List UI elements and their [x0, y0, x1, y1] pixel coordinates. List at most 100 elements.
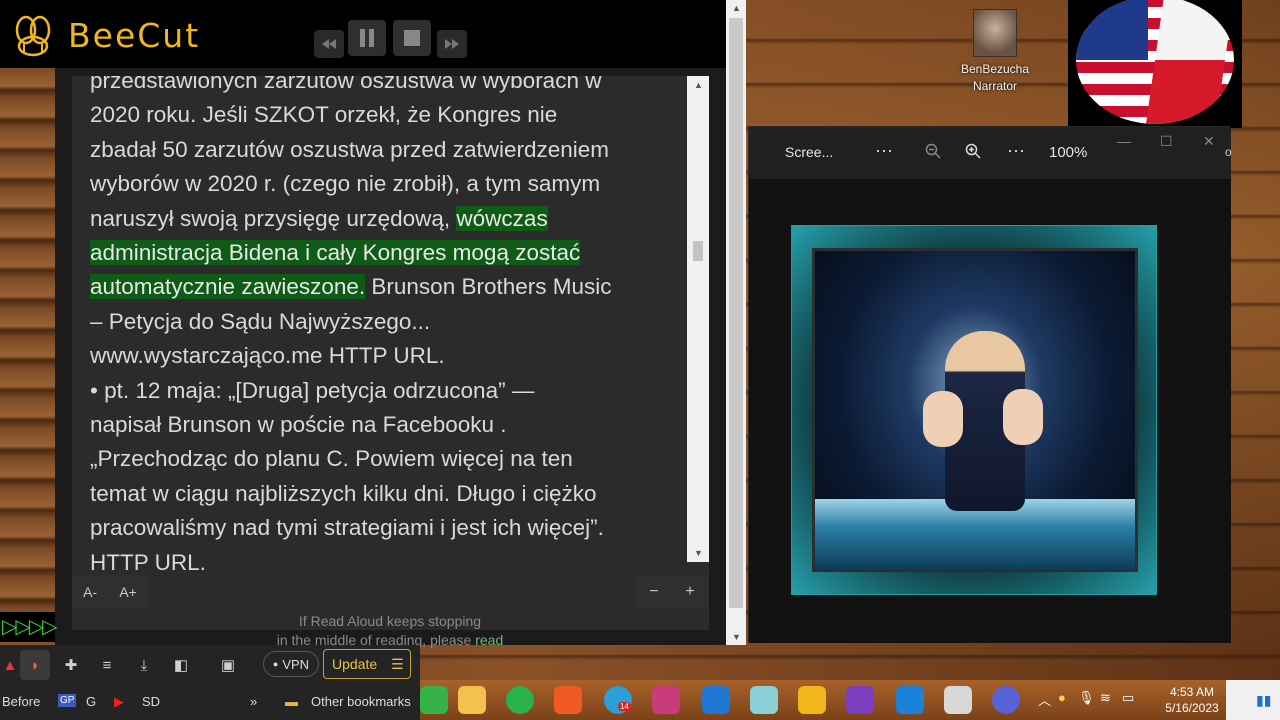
zoom-level[interactable]: 100% — [1049, 144, 1087, 161]
read-aloud-panel: przedstawionych zarzutów oszustwa w wybo… — [55, 68, 726, 645]
rewind-button[interactable] — [314, 30, 344, 58]
more-options-icon[interactable]: ··· — [875, 140, 893, 161]
font-increase-button[interactable]: A+ — [119, 584, 137, 600]
whatsapp-icon[interactable] — [506, 686, 534, 714]
pause-button[interactable] — [348, 20, 386, 56]
text-scrollbar[interactable]: ▲ ▼ — [687, 76, 709, 562]
video-editor-icon[interactable] — [846, 686, 874, 714]
side-label: o — [1225, 145, 1232, 159]
movie-app-icon[interactable] — [702, 686, 730, 714]
extensions-puzzle-icon[interactable]: ✚ — [61, 655, 81, 675]
microphone-icon[interactable]: 🎙 — [1078, 690, 1095, 706]
narrator-avatar — [973, 9, 1017, 57]
vpn-label: VPN — [282, 656, 310, 672]
photos-icon[interactable] — [896, 686, 924, 714]
brave-icon[interactable] — [554, 686, 582, 714]
scroll-down-arrow-icon[interactable]: ▼ — [694, 548, 703, 558]
decrease-button[interactable]: − — [649, 583, 658, 601]
bookmark-before[interactable]: Before — [2, 694, 40, 709]
tray-app-icon[interactable]: ● — [1058, 690, 1066, 705]
reading-line: naruszył swoją przysięgę urzędową, wówcz… — [90, 202, 690, 236]
line-text: – Petycja do Sądu Najwyższego... — [90, 308, 431, 334]
photos-titlebar: Scree... ··· ··· 100% — ☐ ✕ o — [749, 127, 1232, 179]
telegram-icon[interactable]: 14 — [604, 686, 632, 714]
wallet-icon[interactable]: ▣ — [218, 655, 238, 675]
window-scrollbar-thumb[interactable] — [729, 18, 743, 608]
file-explorer-icon[interactable] — [458, 686, 486, 714]
zoom-in-icon[interactable] — [965, 143, 981, 159]
photo-canvas — [749, 179, 1231, 643]
other-bookmarks[interactable]: Other bookmarks — [311, 694, 411, 709]
vpn-button[interactable]: ● VPN — [263, 651, 319, 677]
battery-icon[interactable]: ▭ — [1122, 690, 1134, 706]
gp-bookmark-icon[interactable]: GP — [58, 694, 77, 707]
play-strip-icon: ▷▷▷▷ — [0, 612, 58, 642]
windows-taskbar: 14 ︿ ● 🎙 ≋ ▭ — [420, 680, 1280, 720]
read-aloud-extension-icon[interactable]: ◗ — [20, 650, 50, 680]
reading-line: administracja Bidena i cały Kongres mogą… — [90, 236, 690, 270]
paint-icon[interactable] — [944, 686, 972, 714]
zoom-out-icon[interactable] — [925, 143, 941, 159]
rewind-icon — [322, 39, 336, 49]
hint-read-link[interactable]: read — [475, 632, 503, 648]
narrator-role: Narrator — [972, 79, 1017, 93]
folder-icon: ▬ — [285, 694, 298, 709]
minimize-button[interactable]: — — [1117, 133, 1131, 149]
flag-overlay — [1068, 0, 1242, 128]
bookmark-sd[interactable]: SD — [142, 694, 160, 709]
app-icon-green[interactable] — [420, 686, 448, 714]
sidebar-icon[interactable]: ◧ — [171, 655, 191, 675]
line-text: 2020 roku. Jeśli SZKOT orzekł, że Kongre… — [90, 102, 558, 128]
line-text: „Przechodząc do planu C. Powiem więcej n… — [90, 446, 573, 472]
recorder-icon[interactable] — [992, 686, 1020, 714]
bookmark-g[interactable]: G — [86, 694, 96, 709]
notes-icon[interactable] — [750, 686, 778, 714]
flag-canton — [1076, 0, 1148, 60]
stop-button[interactable] — [393, 20, 431, 56]
snipping-tool-icon[interactable] — [652, 686, 680, 714]
clock-date: 5/16/2023 — [1165, 701, 1219, 715]
window-scrollbar[interactable]: ▲ ▼ — [726, 0, 746, 645]
maximize-button[interactable]: ☐ — [1160, 133, 1173, 150]
increase-button[interactable]: + — [685, 583, 694, 601]
download-icon[interactable]: ⤓ — [134, 655, 154, 675]
fast-forward-button[interactable] — [437, 30, 467, 58]
narrator-label: BenBezucha Narrator — [940, 61, 1050, 95]
line-text: www.wystarczająco.me HTTP URL. — [90, 343, 445, 369]
text-scrollbar-thumb[interactable] — [693, 241, 703, 261]
notification-button[interactable]: ▮▮ — [1226, 680, 1280, 720]
menu-icon: ☰ — [391, 655, 404, 672]
line-text: napisał Brunson w poście na Facebooku . — [90, 412, 507, 438]
system-clock[interactable]: 4:53 AM 5/16/2023 — [1160, 684, 1224, 716]
overflow-menu-icon[interactable]: ··· — [1007, 140, 1025, 161]
playlist-icon[interactable]: ≡ — [97, 655, 117, 675]
image-baby-left — [923, 391, 963, 447]
notification-icon: ▮▮ — [1256, 692, 1272, 708]
pause-icon — [360, 29, 374, 47]
bookmarks-more[interactable]: » — [250, 694, 257, 709]
tray-chevron-icon[interactable]: ︿ — [1038, 690, 1051, 709]
reading-text: przedstawionych zarzutów oszustwa w wybo… — [90, 76, 690, 580]
reading-line: temat w ciągu najbliższych kilku dni. Dł… — [90, 477, 690, 511]
window-scroll-down-icon[interactable]: ▼ — [732, 632, 741, 642]
image-scene — [812, 248, 1138, 572]
beecut-icon[interactable] — [798, 686, 826, 714]
reading-line: automatycznie zawieszone. Brunson Brothe… — [90, 270, 690, 304]
line-text: temat w ciągu najbliższych kilku dni. Dł… — [90, 480, 597, 506]
highlighted-text: automatycznie zawieszone. — [90, 274, 366, 300]
wifi-icon[interactable]: ≋ — [1100, 690, 1111, 706]
line-text: Brunson Brothers Music — [365, 274, 612, 300]
telegram-badge: 14 — [618, 702, 631, 711]
update-button[interactable]: Update ☰ — [323, 649, 411, 679]
reading-line: • pt. 12 maja: „[Druga] petycja odrzucon… — [90, 374, 690, 408]
close-button[interactable]: ✕ — [1203, 133, 1215, 150]
fast-forward-icon — [445, 39, 459, 49]
line-text: naruszył swoją przysięgę urzędową, — [90, 205, 457, 231]
reading-text-area[interactable]: przedstawionych zarzutów oszustwa w wybo… — [72, 76, 709, 630]
highlighted-text: administracja Bidena i cały Kongres mogą… — [90, 240, 581, 266]
window-scroll-up-icon[interactable]: ▲ — [732, 3, 741, 13]
stop-icon — [404, 30, 420, 46]
font-decrease-button[interactable]: A- — [83, 584, 97, 600]
scroll-up-arrow-icon[interactable]: ▲ — [694, 80, 703, 90]
brave-rewards-icon[interactable]: ▲ — [0, 655, 20, 675]
